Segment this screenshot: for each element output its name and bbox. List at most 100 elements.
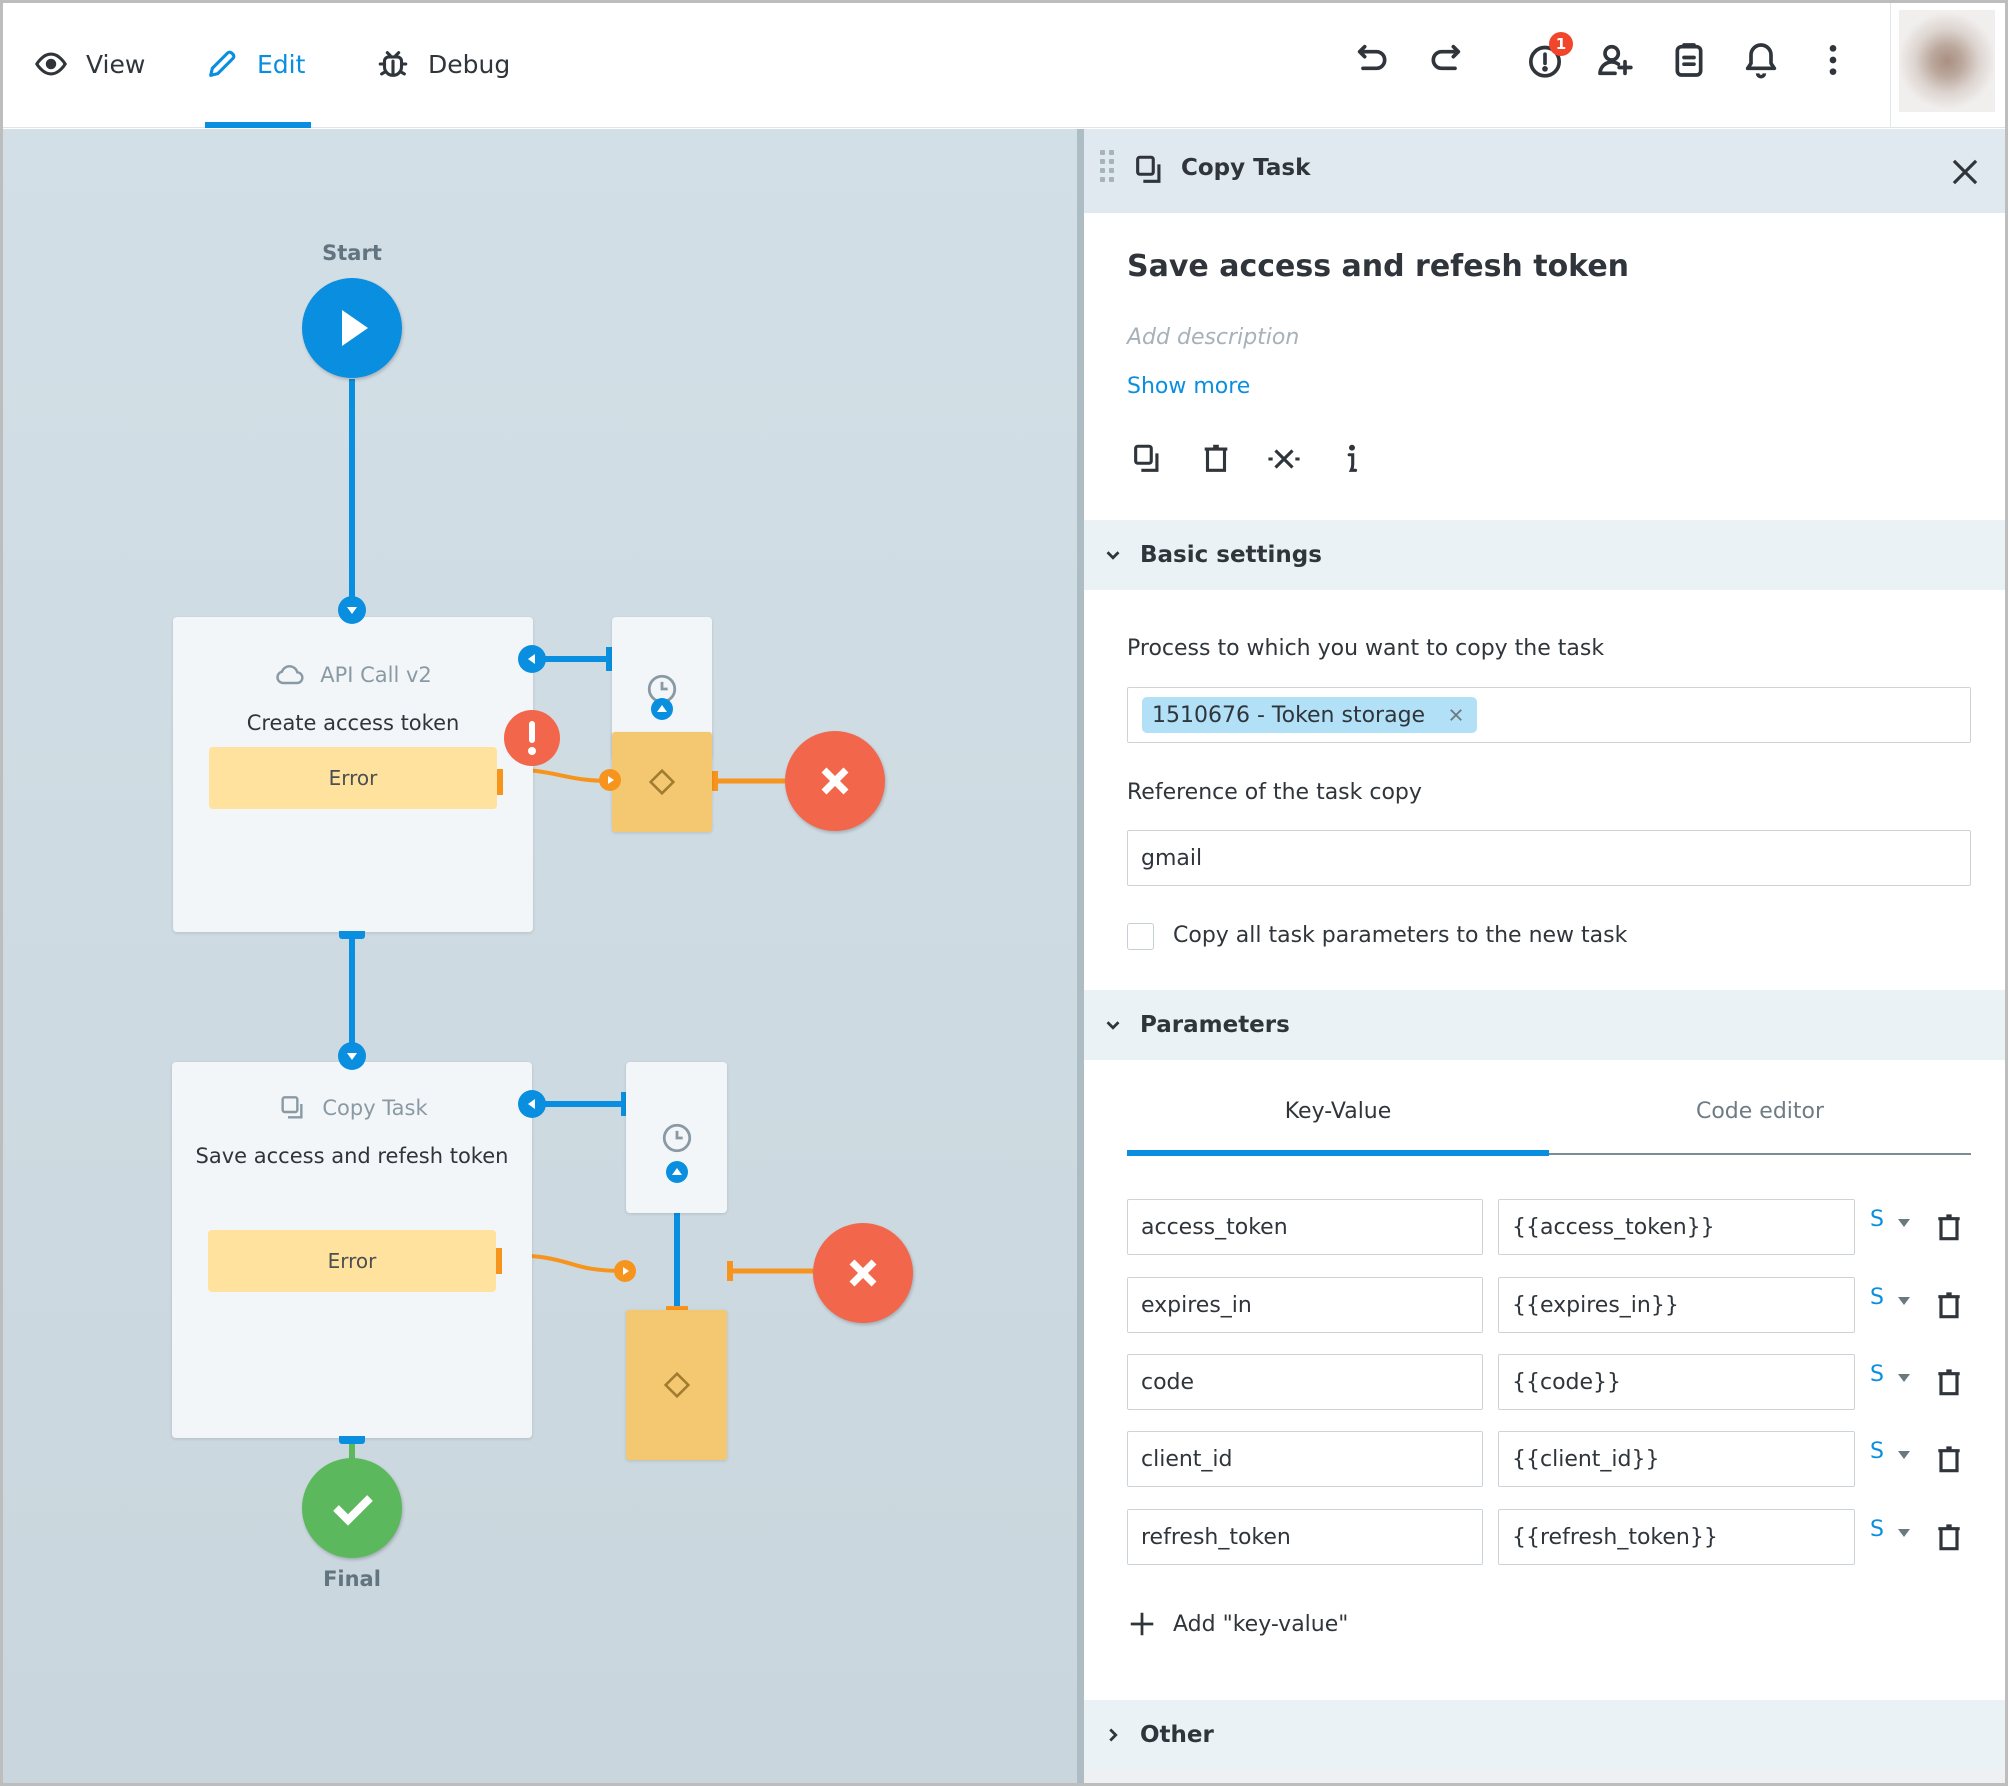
kv-type-select[interactable]: S [1870, 1207, 1884, 1232]
section-parameters[interactable]: Parameters [1084, 990, 2005, 1060]
kv-value-input[interactable]: {{access_token}} [1498, 1199, 1855, 1255]
task-node-api-call[interactable]: API Call v2 Create access token Error [173, 617, 533, 932]
kv-value-input[interactable]: {{code}} [1498, 1354, 1855, 1410]
redo-button[interactable] [1423, 38, 1467, 82]
trash-icon[interactable] [1933, 1366, 1965, 1400]
output-port[interactable] [339, 931, 365, 939]
alerts-button[interactable]: 1 [1523, 32, 1573, 82]
process-canvas[interactable]: Start API Call v2 Create access token Er… [0, 129, 1077, 1786]
close-icon [821, 767, 849, 795]
tab-view[interactable]: View [34, 0, 145, 128]
kv-key-input[interactable]: client_id [1127, 1431, 1483, 1487]
drag-handle-icon[interactable] [1100, 150, 1114, 190]
kv-value-input[interactable]: {{expires_in}} [1498, 1277, 1855, 1333]
kv-value-input[interactable]: {{client_id}} [1498, 1431, 1855, 1487]
timer-port[interactable] [518, 1090, 546, 1118]
diamond-icon [648, 768, 676, 796]
diamond-icon [663, 1371, 690, 1399]
timer-out-port[interactable] [666, 1161, 688, 1183]
task-name: Create access token [246, 711, 460, 735]
add-user-button[interactable] [1593, 38, 1637, 82]
delete-task-button[interactable] [1196, 439, 1236, 479]
condition-node[interactable] [612, 732, 712, 832]
kv-type-select[interactable]: S [1870, 1285, 1884, 1310]
trash-icon[interactable] [1933, 1443, 1965, 1477]
kv-type-select[interactable]: S [1870, 1517, 1884, 1542]
tab-debug[interactable]: Debug [376, 0, 510, 128]
clipboard-button[interactable] [1667, 38, 1711, 82]
condition-in-port[interactable] [614, 1260, 636, 1282]
tab-edit[interactable]: Edit [205, 0, 312, 128]
close-panel-button[interactable] [1946, 153, 1984, 191]
more-button[interactable] [1811, 38, 1855, 82]
kv-value-input[interactable]: {{refresh_token}} [1498, 1509, 1855, 1565]
start-node[interactable] [302, 278, 402, 378]
input-port[interactable] [338, 1042, 366, 1070]
task-node-copy-task[interactable]: Copy Task Save access and refesh token E… [172, 1062, 532, 1438]
avatar[interactable] [1899, 10, 1995, 112]
panel-resize-handle[interactable] [1077, 129, 1084, 1786]
arrow-down-icon [347, 1053, 357, 1060]
reference-input[interactable]: gmail [1127, 830, 1971, 886]
input-port[interactable] [338, 596, 366, 624]
trash-icon[interactable] [1933, 1521, 1965, 1555]
caret-down-icon[interactable] [1898, 1297, 1910, 1305]
warning-badge[interactable] [504, 710, 560, 766]
kv-type-select[interactable]: S [1870, 1362, 1884, 1387]
caret-down-icon[interactable] [1898, 1219, 1910, 1227]
panel-title: Copy Task [1181, 155, 1311, 181]
error-handler[interactable]: Error [209, 747, 497, 809]
caret-down-icon[interactable] [1898, 1374, 1910, 1382]
description-input[interactable]: Add description [1127, 325, 1299, 350]
output-port[interactable] [339, 1436, 365, 1444]
exclamation-icon [528, 721, 536, 755]
section-basic-settings[interactable]: Basic settings [1084, 520, 2005, 590]
timer-port[interactable] [518, 645, 546, 673]
timer-node[interactable] [626, 1062, 727, 1213]
tab-edit-label: Edit [257, 49, 306, 79]
trash-icon[interactable] [1933, 1211, 1965, 1245]
kv-type-select[interactable]: S [1870, 1439, 1884, 1464]
notifications-button[interactable] [1739, 38, 1783, 82]
error-end-node[interactable] [785, 731, 885, 831]
add-key-value-button[interactable]: Add "key-value" [1127, 1609, 1348, 1639]
caret-down-icon[interactable] [1898, 1451, 1910, 1459]
caret-down-icon[interactable] [1898, 1529, 1910, 1537]
disconnect-task-button[interactable] [1264, 439, 1304, 479]
kv-key-input[interactable]: code [1127, 1354, 1483, 1410]
task-title[interactable]: Save access and refesh token [1127, 249, 1629, 284]
kv-key-input[interactable]: expires_in [1127, 1277, 1483, 1333]
start-label: Start [322, 241, 382, 265]
condition-node[interactable] [626, 1310, 727, 1460]
process-label: Process to which you want to copy the ta… [1127, 636, 1605, 661]
section-other[interactable]: Other [1084, 1700, 2005, 1770]
copy-all-checkbox[interactable] [1127, 923, 1154, 950]
kv-key-input[interactable]: refresh_token [1127, 1509, 1483, 1565]
tab-key-value[interactable]: Key-Value [1127, 1099, 1549, 1154]
error-handler[interactable]: Error [208, 1230, 496, 1292]
show-more-link[interactable]: Show more [1127, 374, 1250, 399]
top-toolbar: View Edit Debug 1 [0, 0, 2008, 128]
copy-task-button[interactable] [1127, 439, 1167, 479]
error-end-node[interactable] [813, 1223, 913, 1323]
timer-out-port[interactable] [651, 698, 673, 720]
task-type-label: API Call v2 [320, 663, 432, 687]
arrow-right-icon [608, 776, 614, 784]
final-node[interactable] [302, 1458, 402, 1558]
tab-code-editor[interactable]: Code editor [1549, 1099, 1971, 1154]
trash-icon [1204, 444, 1228, 472]
copy-icon [1136, 155, 1161, 183]
disconnect-icon [1268, 449, 1300, 469]
arrow-left-icon [528, 654, 535, 664]
kv-key-input[interactable]: access_token [1127, 1199, 1483, 1255]
remove-chip-icon[interactable] [1447, 706, 1465, 724]
task-type-row: Copy Task [172, 1092, 532, 1124]
copy-all-label[interactable]: Copy all task parameters to the new task [1173, 923, 1627, 948]
process-select[interactable]: 1510676 - Token storage [1127, 687, 1971, 743]
undo-button[interactable] [1351, 38, 1395, 82]
arrow-up-icon [672, 1168, 682, 1175]
condition-in-port[interactable] [599, 769, 621, 791]
arrow-down-icon [347, 607, 357, 614]
trash-icon[interactable] [1933, 1289, 1965, 1323]
task-info-button[interactable] [1332, 439, 1372, 479]
